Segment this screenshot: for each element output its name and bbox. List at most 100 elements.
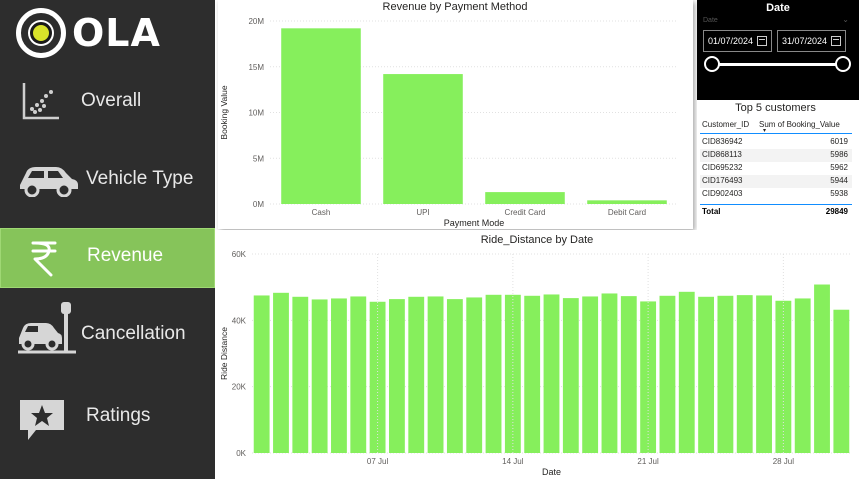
sidebar-item-cancellation[interactable]: Cancellation [0, 300, 215, 358]
bar [582, 296, 599, 453]
end-date-value: 31/07/2024 [782, 36, 828, 46]
date-range-slider[interactable] [712, 63, 844, 66]
bar [814, 284, 830, 453]
rupee-icon [29, 239, 59, 277]
bar [524, 295, 541, 453]
x-tick-label: Debit Card [608, 208, 646, 217]
sort-desc-icon: ▾ [763, 128, 767, 134]
calendar-icon[interactable] [831, 36, 841, 46]
column-header[interactable]: Customer_ID [702, 120, 749, 129]
bar [717, 295, 734, 453]
bar [383, 74, 463, 204]
sidebar-item-overall[interactable]: Overall [0, 78, 215, 124]
bar [466, 297, 483, 453]
bar [388, 299, 405, 453]
customer-id: CID868113 [702, 150, 742, 159]
date-filter: Date Date ⌄ 01/07/2024 31/07/2024 [697, 0, 859, 100]
x-tick-label: Cash [312, 208, 331, 217]
x-tick-label: 28 Jul [773, 457, 795, 466]
ola-logo: OLA [16, 8, 161, 58]
y-tick-label: 60K [232, 250, 247, 259]
chart-title: Revenue by Payment Method [383, 1, 528, 13]
bar [331, 298, 347, 453]
sidebar-item-label: Ratings [86, 405, 151, 426]
brand-name: OLA [72, 11, 161, 55]
sidebar-item-label: Cancellation [81, 323, 186, 344]
start-date-input[interactable]: 01/07/2024 [703, 30, 772, 52]
bar [620, 296, 637, 453]
sidebar: OLA Overall Vehicle Type Revenue Cancell… [0, 0, 215, 479]
x-tick-label: Credit Card [505, 208, 546, 217]
y-axis-label: Ride Distance [219, 327, 229, 380]
x-axis-label: Date [542, 467, 561, 477]
car-parking-icon [16, 300, 78, 356]
bar [427, 296, 444, 453]
date-filter-sub-label: Date [703, 17, 718, 24]
x-tick-label: 07 Jul [367, 457, 389, 466]
bar [273, 292, 289, 453]
y-axis-label: Booking Value [219, 85, 229, 139]
booking-value: 5986 [830, 150, 848, 159]
bar [253, 295, 270, 453]
bar [446, 299, 463, 453]
table-row[interactable]: CID836942 6019 [700, 136, 852, 149]
booking-value: 5938 [830, 189, 848, 198]
sidebar-item-ratings[interactable]: Ratings [0, 393, 215, 443]
sidebar-item-label: Overall [81, 90, 142, 111]
sidebar-item-label: Vehicle Type [86, 168, 194, 189]
y-tick-label: 10M [248, 109, 264, 118]
sidebar-item-revenue[interactable]: Revenue [0, 228, 215, 288]
start-date-value: 01/07/2024 [708, 36, 754, 46]
bar [698, 296, 715, 453]
bar [311, 299, 328, 453]
table-title: Top 5 customers [735, 102, 816, 114]
x-tick-label: UPI [416, 208, 429, 217]
chart-title: Ride_Distance by Date [481, 234, 594, 246]
car-icon [16, 161, 80, 197]
bar [408, 296, 425, 453]
slider-end-handle[interactable] [835, 56, 851, 72]
end-date-input[interactable]: 31/07/2024 [777, 30, 846, 52]
revenue-by-payment-chart: Revenue by Payment Method 0M 5M 10M 15M 20M Bo… [219, 1, 678, 228]
sidebar-item-vehicle-type[interactable]: Vehicle Type [0, 153, 215, 203]
bar [543, 294, 560, 453]
y-tick-label: 0K [236, 449, 246, 458]
y-tick-label: 20M [248, 17, 264, 26]
bar [678, 291, 695, 453]
table-row[interactable]: CID868113 5986 [700, 149, 852, 162]
bar [504, 294, 521, 453]
y-tick-label: 40K [232, 316, 247, 325]
bar [736, 295, 753, 453]
bar [756, 295, 772, 453]
slider-start-handle[interactable] [704, 56, 720, 72]
sidebar-item-label: Revenue [87, 245, 164, 266]
calendar-icon[interactable] [757, 36, 767, 46]
dashboard: OLA Overall Vehicle Type Revenue Cancell… [0, 0, 859, 479]
bar [485, 192, 565, 204]
table-row[interactable]: CID902403 5938 [700, 188, 852, 201]
y-tick-label: 15M [248, 63, 264, 72]
top-customers-table: Top 5 customers Customer_ID Sum of Booki… [697, 100, 854, 235]
total-value: 29849 [825, 207, 848, 216]
bar [659, 295, 676, 453]
y-tick-label: 20K [232, 383, 247, 392]
table-total-row: Total 29849 [700, 204, 852, 217]
bar [601, 293, 618, 453]
bar [292, 296, 309, 453]
customer-id: CID695232 [702, 163, 743, 172]
table-header: Customer_ID Sum of Booking_Value ▾ [700, 118, 852, 134]
booking-value: 6019 [830, 137, 848, 146]
customer-id: CID176493 [702, 176, 743, 185]
table-row[interactable]: CID176493 5944 [700, 175, 852, 188]
x-tick-label: 14 Jul [502, 457, 524, 466]
customer-id: CID836942 [702, 137, 743, 146]
table-row[interactable]: CID695232 5962 [700, 162, 852, 175]
booking-value: 5962 [830, 163, 848, 172]
bar [587, 200, 667, 204]
bar [833, 309, 850, 453]
column-header[interactable]: Sum of Booking_Value [759, 120, 840, 129]
chevron-down-icon[interactable]: ⌄ [842, 15, 849, 24]
date-filter-title: Date [766, 2, 790, 14]
bar [794, 298, 811, 453]
total-label: Total [702, 207, 721, 216]
